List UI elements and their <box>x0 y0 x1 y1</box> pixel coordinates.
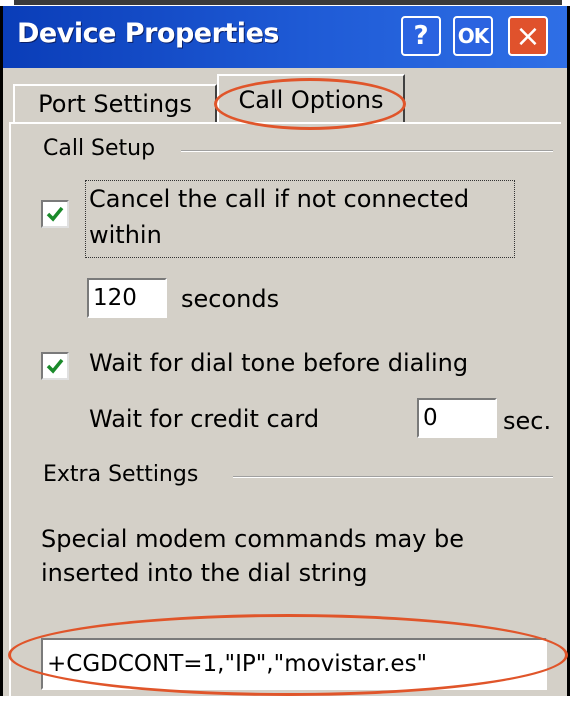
extra-settings-heading: Extra Settings <box>43 462 199 487</box>
window-title: Device Properties <box>17 18 279 49</box>
call-setup-heading: Call Setup <box>43 136 156 161</box>
help-button[interactable]: ? <box>401 16 441 56</box>
top-edge-bar <box>14 0 562 5</box>
cancel-call-checkbox[interactable] <box>41 200 69 228</box>
seconds-label: seconds <box>181 285 280 313</box>
extra-settings-divider <box>233 476 553 478</box>
dial-tone-label: Wait for dial tone before dialing <box>89 349 469 377</box>
tab-call-options[interactable]: Call Options <box>217 74 405 124</box>
ok-button[interactable]: OK <box>453 16 493 56</box>
extra-settings-description-line2: inserted into the dial string <box>41 559 368 587</box>
cancel-call-label-line1: Cancel the call if not connected <box>89 185 470 213</box>
timeout-seconds-input[interactable]: 120 <box>87 278 167 318</box>
credit-card-label: Wait for credit card <box>89 405 320 433</box>
tab-port-settings-label: Port Settings <box>38 90 192 118</box>
checkmark-icon <box>46 206 64 222</box>
dial-tone-checkbox[interactable] <box>41 352 69 380</box>
device-properties-window: Device Properties ? OK × Port Settings C… <box>0 6 570 702</box>
cancel-call-label-line2: within <box>89 221 162 249</box>
tab-strip: Port Settings Call Options <box>3 68 567 124</box>
checkmark-icon <box>46 358 64 374</box>
modem-command-input[interactable]: +CGDCONT=1,"IP","movistar.es" <box>41 638 547 690</box>
title-bar: Device Properties ? OK × <box>3 6 567 68</box>
close-button[interactable]: × <box>508 16 548 56</box>
tab-call-options-label: Call Options <box>238 86 384 114</box>
sec-label: sec. <box>503 407 552 435</box>
tab-port-settings[interactable]: Port Settings <box>13 84 217 122</box>
credit-card-input[interactable]: 0 <box>417 398 497 438</box>
call-setup-divider <box>181 150 553 152</box>
extra-settings-description-line1: Special modem commands may be <box>41 525 465 553</box>
call-options-panel: Call Setup Cancel the call if not connec… <box>9 122 561 702</box>
